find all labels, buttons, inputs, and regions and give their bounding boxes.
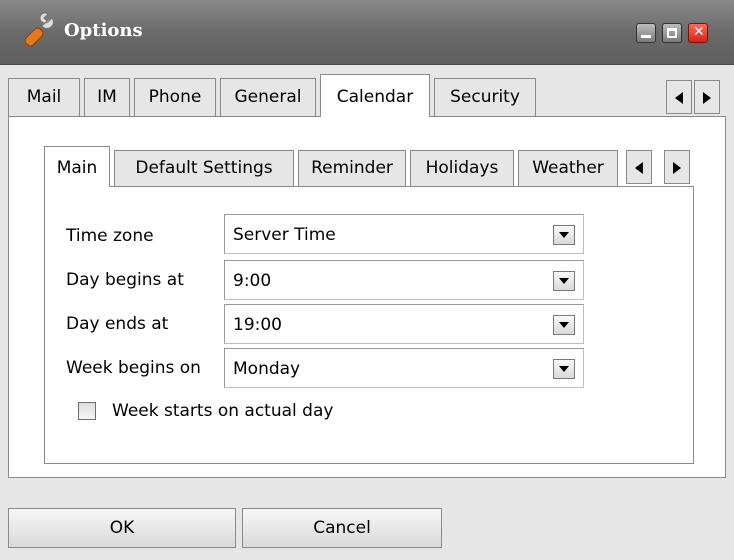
minimize-button[interactable] (636, 23, 656, 43)
ok-button[interactable]: OK (8, 508, 236, 548)
chevron-down-icon (559, 366, 569, 372)
tab-calendar[interactable]: Calendar (320, 74, 430, 117)
chevron-down-icon (559, 278, 569, 284)
outer-tab-scroll-left-button[interactable] (666, 80, 692, 114)
tab-security[interactable]: Security (434, 78, 536, 116)
chevron-down-icon (559, 322, 569, 328)
week-actual-day-label[interactable]: Week starts on actual day (112, 401, 333, 421)
week-begins-value: Monday (233, 359, 301, 379)
tab-mail[interactable]: Mail (8, 78, 80, 116)
maximize-button[interactable] (662, 23, 682, 43)
close-icon: ✕ (693, 24, 705, 40)
tab-general[interactable]: General (220, 78, 316, 116)
inner-tab-scroll-right-button[interactable] (664, 150, 690, 184)
arrow-right-icon (673, 162, 681, 174)
tab-weather[interactable]: Weather (518, 150, 618, 186)
tab-reminder[interactable]: Reminder (298, 150, 406, 186)
close-button[interactable]: ✕ (688, 23, 708, 43)
wrench-icon (24, 12, 54, 47)
day-begins-dropdown-button[interactable] (553, 271, 575, 291)
week-begins-select[interactable]: Monday (224, 348, 584, 388)
arrow-right-icon (703, 92, 711, 104)
minimize-icon (641, 35, 651, 38)
day-begins-label: Day begins at (66, 270, 184, 290)
time-zone-value: Server Time (233, 225, 336, 245)
tab-default-settings[interactable]: Default Settings (114, 150, 294, 186)
arrow-left-icon (635, 162, 643, 174)
time-zone-dropdown-button[interactable] (553, 225, 575, 245)
day-ends-select[interactable]: 19:00 (224, 304, 584, 344)
week-actual-day-checkbox[interactable] (78, 402, 96, 420)
cancel-button[interactable]: Cancel (242, 508, 442, 548)
day-ends-dropdown-button[interactable] (553, 315, 575, 335)
time-zone-label: Time zone (66, 226, 154, 246)
time-zone-select[interactable]: Server Time (224, 214, 584, 254)
outer-tab-scroll-right-button[interactable] (694, 80, 720, 114)
day-begins-select[interactable]: 9:00 (224, 260, 584, 300)
week-begins-dropdown-button[interactable] (553, 359, 575, 379)
chevron-down-icon (559, 232, 569, 238)
title-bar[interactable]: Options ✕ (0, 0, 734, 65)
day-begins-value: 9:00 (233, 271, 272, 291)
tab-holidays[interactable]: Holidays (410, 150, 514, 186)
day-ends-label: Day ends at (66, 314, 169, 334)
tab-main[interactable]: Main (44, 146, 110, 187)
tab-phone[interactable]: Phone (134, 78, 216, 116)
week-begins-label: Week begins on (66, 358, 201, 378)
options-window: Options ✕ Mail IM Phone General Calendar… (0, 0, 734, 560)
window-title: Options (64, 20, 143, 41)
inner-tab-scroll-left-button[interactable] (626, 150, 652, 184)
arrow-left-icon (675, 92, 683, 104)
day-ends-value: 19:00 (233, 315, 282, 335)
maximize-icon (667, 28, 677, 38)
tab-im[interactable]: IM (84, 78, 130, 116)
